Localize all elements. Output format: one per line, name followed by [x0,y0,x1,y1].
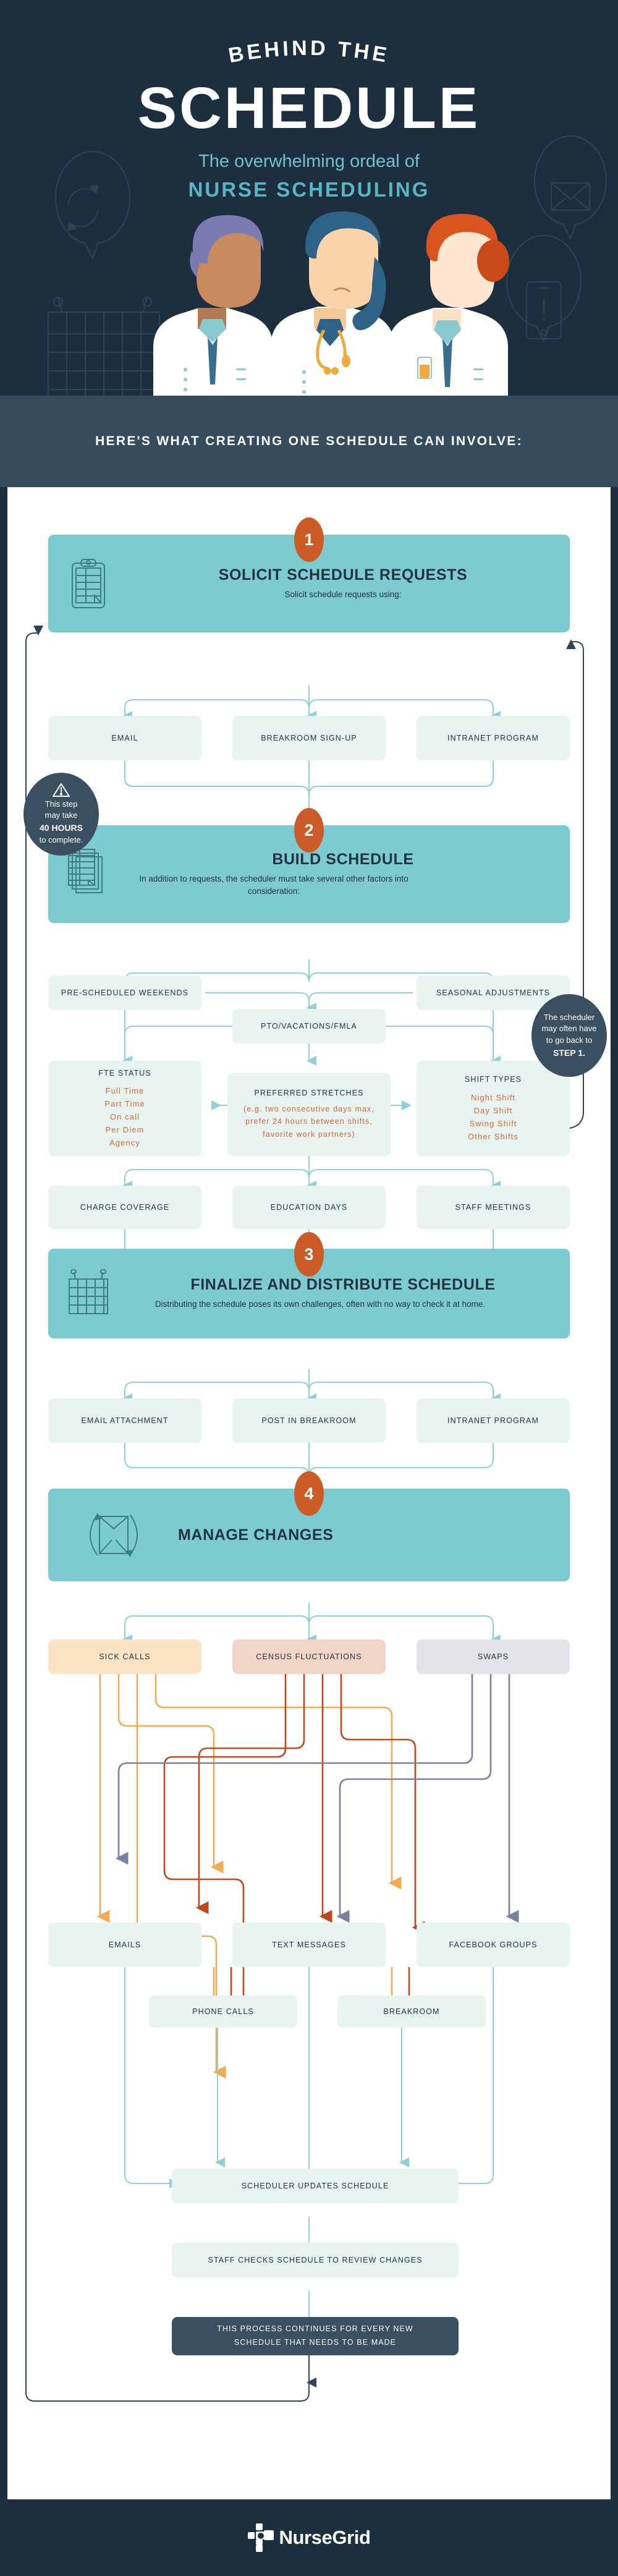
fte-status-heading: FTE STATUS [98,1068,151,1078]
intro-banner: HERE'S WHAT CREATING ONE SCHEDULE CAN IN… [0,396,618,487]
step-number-1: 1 [294,517,324,562]
node-intranet-program-1[interactable]: INTRANET PROGRAM [417,716,570,760]
shift-item-day: Day Shift [473,1105,513,1115]
step-3-desc: Distributing the schedule poses its own … [154,1299,486,1309]
hero-arc-title-text: BEHIND THE [227,36,389,67]
node-scheduler-updates-schedule[interactable]: SCHEDULER UPDATES SCHEDULE [172,2169,459,2203]
node-pto-vacations-fmla[interactable]: PTO/VACATIONS/FMLA [232,1009,386,1044]
hero-section: BEHIND THE SCHEDULE The overwhelming ord… [0,0,618,396]
hero-main-title: SCHEDULE [137,75,481,141]
warning-triangle-icon [53,783,70,797]
node-fte-status[interactable]: FTE STATUS Full Time Part Time On call P… [48,1061,201,1156]
node-sick-calls[interactable]: SICK CALLS [48,1639,201,1674]
shift-item-other: Other Shifts [468,1131,519,1141]
step-1-desc: Solicit schedule requests using: [284,589,402,599]
shift-item-night: Night Shift [470,1092,516,1102]
fte-status-items: Full Time Part Time On call Per Diem Age… [104,1084,145,1149]
hero-subtitle-line1: The overwhelming ordeal of [198,151,420,171]
back-step-line1: The scheduler [543,1012,595,1022]
preferred-stretches-body: (e.g. two consecutive days max, prefer 2… [243,1104,375,1139]
node-phone-calls[interactable]: PHONE CALLS [149,1996,297,2028]
node-preferred-stretches[interactable]: PREFERRED STRETCHES (e.g. two consecutiv… [227,1073,391,1156]
fte-item-per-diem: Per Diem [105,1125,145,1135]
process-continues-line1: THIS PROCESS CONTINUES FOR EVERY NEW [217,2324,413,2334]
envelope-cycle-icon [48,1500,178,1570]
node-swaps[interactable]: SWAPS [417,1639,570,1674]
node-breakroom[interactable]: BREAKROOM [337,1996,486,2028]
preferred-stretches-heading: PREFERRED STRETCHES [254,1088,364,1097]
step-number-3: 3 [294,1232,324,1277]
node-intranet-program-2[interactable]: INTRANET PROGRAM [417,1398,570,1443]
forty-hours-highlight: 40 HOURS [39,823,83,833]
nursegrid-cross-logo [247,2523,274,2552]
flowchart-panel: 1 SOLICIT SCHEDULE REQUESTS Solicit sche… [7,487,611,2499]
back-step-highlight: STEP 1. [553,1048,585,1058]
brand-logo: NurseGrid [247,2523,371,2552]
hero-subtitle-line2: NURSE SCHEDULING [188,178,430,201]
step-2-desc: In addition to requests, the scheduler m… [139,874,408,896]
shift-types-items: Night Shift Day Shift Swing Shift Other … [468,1091,519,1143]
node-shift-types[interactable]: SHIFT TYPES Night Shift Day Shift Swing … [417,1061,570,1156]
forty-hours-line1: This step [44,799,78,809]
forty-hours-line3: to complete. [39,835,83,844]
shift-types-heading: SHIFT TYPES [464,1075,522,1084]
step-3-title: FINALIZE AND DISTRIBUTE SCHEDULE [190,1276,496,1294]
hero-arc-title: BEHIND THE [0,11,618,85]
step-4-title: MANAGE CHANGES [178,1526,334,1544]
back-to-step-one-bubble: The scheduler may often have to go back … [531,994,607,1077]
brand-name: NurseGrid [279,2527,371,2548]
node-post-in-breakroom[interactable]: POST IN BREAKROOM [232,1398,386,1443]
node-pre-scheduled-weekends[interactable]: PRE-SCHEDULED WEEKENDS [48,976,201,1010]
calendar-icon [48,1269,129,1319]
step-1-title: SOLICIT SCHEDULE REQUESTS [218,566,468,584]
node-email[interactable]: EMAIL [48,716,201,760]
fte-item-full-time: Full Time [105,1086,145,1096]
fte-item-part-time: Part Time [104,1099,145,1109]
fte-item-agency: Agency [109,1138,140,1148]
process-continues-line2: SCHEDULE THAT NEEDS TO BE MADE [234,2338,397,2347]
step-number-4: 4 [294,1471,324,1516]
hero-nurses-illustration [153,211,509,396]
node-process-continues: THIS PROCESS CONTINUES FOR EVERY NEW SCH… [172,2317,459,2355]
clipboard-icon [48,557,129,610]
node-email-attachment[interactable]: EMAIL ATTACHMENT [48,1398,201,1443]
svg-text:BEHIND THE: BEHIND THE [227,36,392,67]
forty-hours-line2: may take [44,810,78,820]
node-education-days[interactable]: EDUCATION DAYS [232,1186,386,1229]
back-step-line3: to go back to [546,1035,593,1045]
node-staff-meetings[interactable]: STAFF MEETINGS [417,1186,570,1229]
shift-item-swing: Swing Shift [469,1118,517,1128]
node-staff-checks-schedule[interactable]: STAFF CHECKS SCHEDULE TO REVIEW CHANGES [172,2243,459,2277]
forty-hours-bubble: This step may take 40 HOURS to complete. [23,773,99,856]
node-text-messages[interactable]: TEXT MESSAGES [232,1923,386,1967]
intro-banner-text: HERE'S WHAT CREATING ONE SCHEDULE CAN IN… [95,434,523,448]
node-breakroom-signup[interactable]: BREAKROOM SIGN-UP [232,716,386,760]
step-number-2: 2 [294,808,324,852]
node-census-fluctuations[interactable]: CENSUS FLUCTUATIONS [232,1639,386,1674]
node-emails[interactable]: EMAILS [48,1923,201,1967]
step-2-title: BUILD SCHEDULE [272,850,414,868]
node-charge-coverage[interactable]: CHARGE COVERAGE [48,1186,201,1229]
back-step-line2: may often have [541,1024,597,1034]
node-facebook-groups[interactable]: FACEBOOK GROUPS [417,1923,570,1967]
fte-item-on-call: On call [109,1112,140,1122]
footer: NurseGrid [0,2499,618,2576]
